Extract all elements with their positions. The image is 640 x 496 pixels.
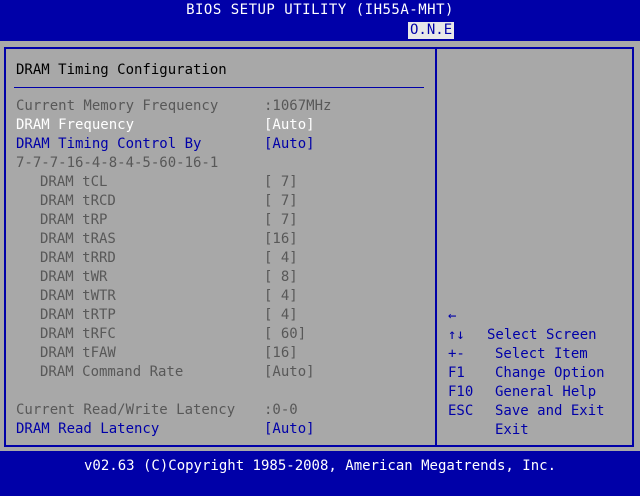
setting-row-dram-tras: DRAM tRAS [16] — [16, 230, 298, 249]
setting-value[interactable]: [Auto] — [264, 135, 315, 154]
setting-label: DRAM tRTP — [40, 307, 116, 323]
footer-copyright: v02.63 (C)Copyright 1985-2008, American … — [0, 451, 640, 480]
setting-value: [ 4] — [264, 250, 298, 266]
setting-label: DRAM tRCD — [40, 193, 116, 209]
setting-label[interactable]: DRAM Timing Control By — [16, 135, 201, 154]
settings-panel: DRAM Timing Configuration Current Memory… — [0, 41, 640, 451]
setting-label: Current Memory Frequency — [16, 98, 219, 114]
help-row-select-screen: ← Select Screen — [448, 288, 597, 343]
section-title: DRAM Timing Configuration — [16, 62, 227, 78]
setting-label: 7-7-7-16-4-8-4-5-60-16-1 — [16, 155, 219, 171]
setting-label: Current Read/Write Latency — [16, 402, 236, 418]
setting-row-current-read-write-latency: Current Read/Write Latency :0-0 — [16, 401, 298, 420]
esc-key: ESC — [448, 403, 474, 419]
setting-row-dram-trrd: DRAM tRRD [ 4] — [16, 249, 298, 268]
setting-label: DRAM tWR — [40, 269, 108, 285]
help-desc: Select Item — [495, 346, 588, 362]
setting-label: DRAM Command Rate — [40, 364, 184, 380]
setting-label: DRAM tRFC — [40, 326, 116, 342]
setting-row-dram-read-latency[interactable]: DRAM Read Latency [Auto] — [16, 420, 315, 439]
help-row-change-option: +- Change Option — [448, 326, 605, 381]
help-desc: Select Screen — [487, 327, 597, 343]
setting-row-dram-trp: DRAM tRP [ 7] — [16, 211, 298, 230]
setting-value: [16] — [264, 231, 298, 247]
section-divider — [14, 87, 424, 88]
setting-value: :0-0 — [264, 402, 298, 418]
setting-label: DRAM tRP — [40, 212, 108, 228]
setting-value: :1067MHz — [264, 98, 332, 114]
setting-label: DRAM tCL — [40, 174, 108, 190]
setting-row-dram-trtp: DRAM tRTP [ 4] — [16, 306, 298, 325]
setting-value: [16] — [264, 345, 298, 361]
title-bar: BIOS SETUP UTILITY (IH55A-MHT) — [0, 0, 640, 21]
help-desc: Save and Exit — [495, 403, 605, 419]
setting-value: [ 8] — [264, 269, 298, 285]
setting-row-dram-twr: DRAM tWR [ 8] — [16, 268, 298, 287]
tab-strip: O.N.E — [0, 21, 640, 40]
setting-label: DRAM tWTR — [40, 288, 116, 304]
setting-value: [ 4] — [264, 307, 298, 323]
setting-row-dram-trcd: DRAM tRCD [ 7] — [16, 192, 298, 211]
panel-divider — [435, 47, 437, 447]
setting-row-timing-summary: 7-7-7-16-4-8-4-5-60-16-1 — [16, 154, 218, 173]
help-row-select-item: ↑↓ Select Item — [448, 307, 588, 362]
window-title: BIOS SETUP UTILITY (IH55A-MHT) — [186, 2, 454, 18]
tab-one[interactable]: O.N.E — [408, 22, 455, 39]
setting-label: DRAM tRRD — [40, 250, 116, 266]
help-row-exit: ESC Exit — [448, 383, 529, 438]
help-row-general-help: F1 General Help — [448, 345, 596, 400]
help-desc: Exit — [495, 422, 529, 438]
setting-label[interactable]: DRAM Read Latency — [16, 420, 159, 439]
setting-row-dram-frequency[interactable]: DRAM Frequency [Auto] — [16, 116, 315, 135]
setting-value: [ 7] — [264, 212, 298, 228]
help-desc: Change Option — [495, 365, 605, 381]
setting-value: [ 4] — [264, 288, 298, 304]
setting-row-dram-trfc: DRAM tRFC [ 60] — [16, 325, 306, 344]
setting-label: DRAM tFAW — [40, 345, 116, 361]
setting-value: [ 7] — [264, 174, 298, 190]
setting-value[interactable]: [Auto] — [264, 116, 315, 135]
setting-value: [ 60] — [264, 326, 307, 342]
setting-label[interactable]: DRAM Frequency — [16, 116, 134, 135]
setting-row-dram-tcl: DRAM tCL [ 7] — [16, 173, 298, 192]
help-row-save-exit: F10 Save and Exit — [448, 364, 605, 419]
setting-row-dram-tfaw: DRAM tFAW [16] — [16, 344, 298, 363]
setting-row-dram-timing-control-by[interactable]: DRAM Timing Control By [Auto] — [16, 135, 315, 154]
setting-row-dram-command-rate: DRAM Command Rate [Auto] — [16, 363, 315, 382]
setting-value: [ 7] — [264, 193, 298, 209]
setting-label: DRAM tRAS — [40, 231, 116, 247]
setting-value[interactable]: [Auto] — [264, 420, 315, 439]
help-desc: General Help — [495, 384, 597, 400]
copyright-text: v02.63 (C)Copyright 1985-2008, American … — [83, 458, 556, 474]
setting-row-current-memory-frequency: Current Memory Frequency :1067MHz — [16, 97, 331, 116]
setting-row-dram-twtr: DRAM tWTR [ 4] — [16, 287, 298, 306]
setting-value: [Auto] — [264, 364, 315, 380]
